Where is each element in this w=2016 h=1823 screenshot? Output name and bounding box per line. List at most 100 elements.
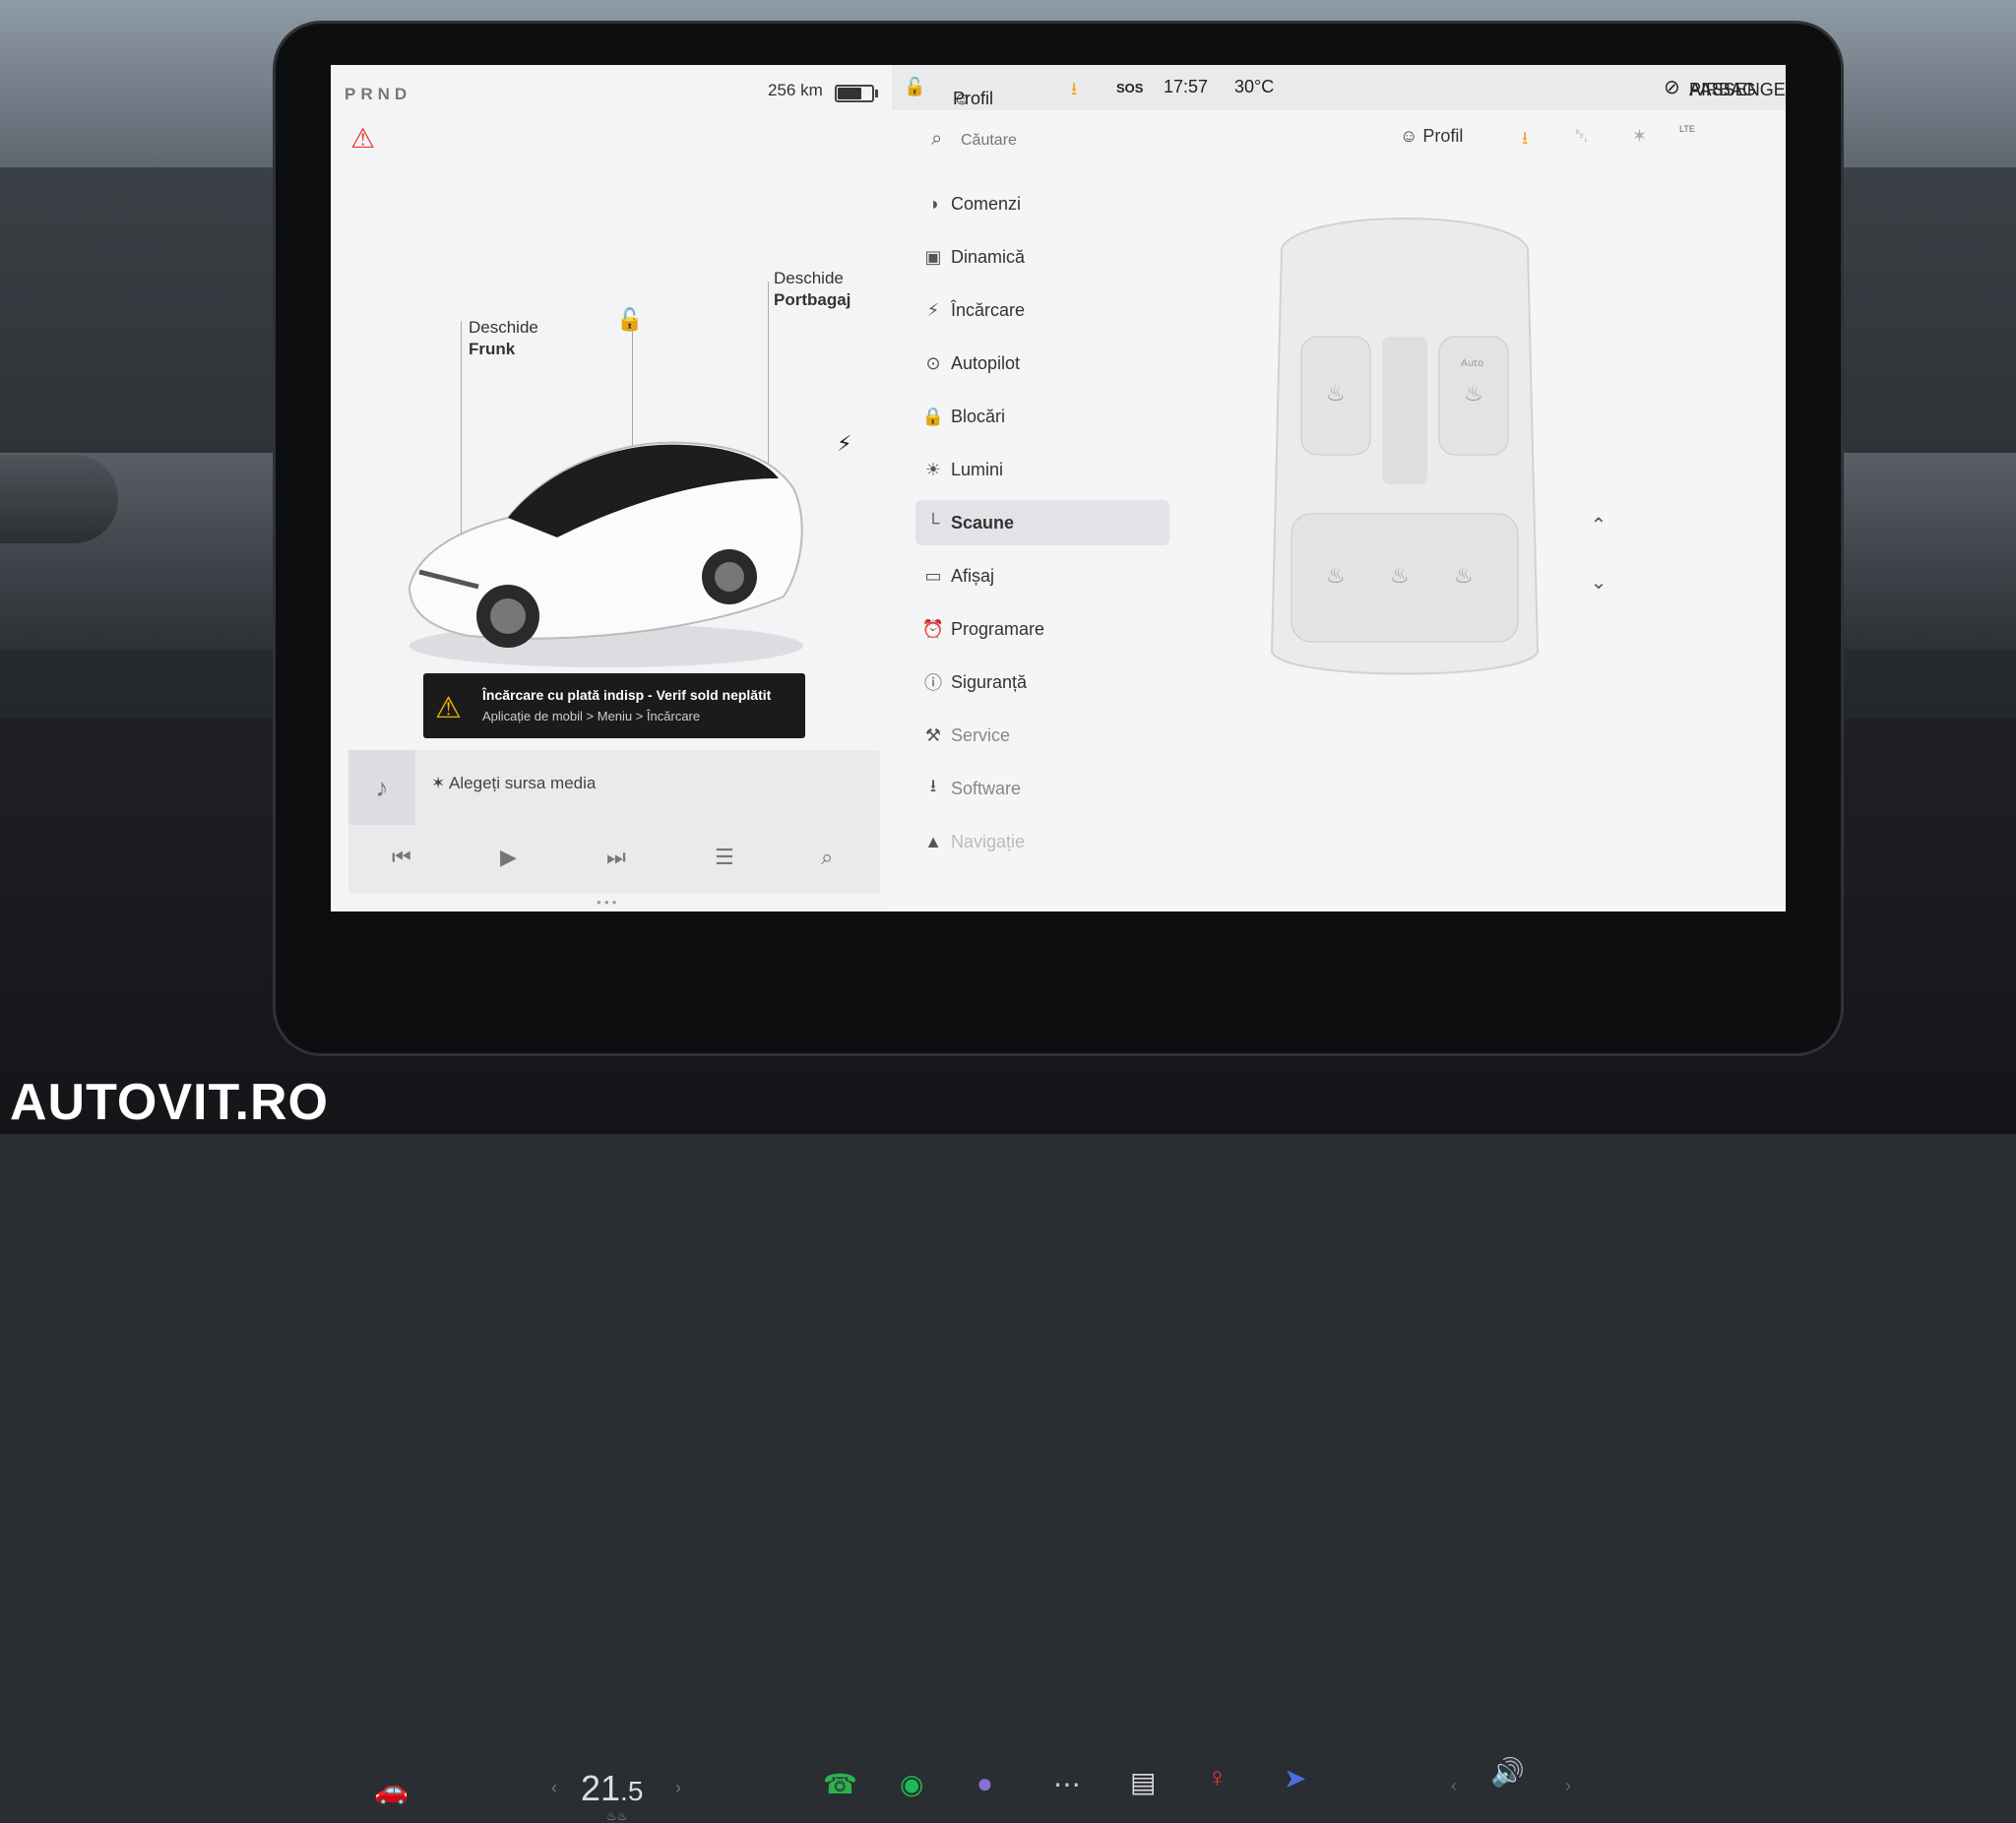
menu-item-incarcare[interactable]: ⚡ Încărcare xyxy=(915,287,1169,333)
profile-button[interactable]: ☺ Profil xyxy=(1400,126,1463,147)
chevron-down-icon[interactable]: ⌄ xyxy=(1571,555,1626,608)
more-apps-icon[interactable]: ⋯ xyxy=(1053,1768,1081,1800)
media-page-dots: ●●● xyxy=(597,898,620,907)
menu-item-blocari[interactable]: 🔒 Blocări xyxy=(915,394,1169,439)
trunk-label-line1: Deschide xyxy=(774,269,844,287)
bluetooth-icon: ✶ xyxy=(431,774,446,792)
menu-item-label: Dinamică xyxy=(951,246,1026,267)
spotify-icon[interactable]: ◉ xyxy=(900,1768,923,1800)
airbag-label-line2: AIRBAG xyxy=(1689,80,1757,99)
previous-track-icon[interactable]: ⏮ xyxy=(392,845,411,870)
media-search-icon[interactable]: ⌕ xyxy=(821,845,833,870)
equalizer-icon[interactable]: ☰ xyxy=(715,845,734,870)
music-note-icon: ♪ xyxy=(348,750,415,825)
rear-left-seat-heat-icon: ♨ xyxy=(1326,564,1346,589)
lock-status-icon[interactable]: 🔓 xyxy=(904,77,925,97)
menu-item-label: Încărcare xyxy=(951,299,1026,320)
menu-item-navigatie[interactable]: ▲ Navigație xyxy=(915,819,1169,864)
search-icon: ⌕ xyxy=(931,128,943,150)
download-icon[interactable]: ⭳ xyxy=(1522,126,1528,156)
menu-item-dinamica[interactable]: ▣ Dinamică xyxy=(915,234,1169,280)
menu-item-label: Service xyxy=(951,724,1011,745)
seat-heater-diagram: ♨ ♨ Auto ♨ ♨ ♨ xyxy=(1270,218,1540,675)
menu-item-label: Comenzi xyxy=(951,193,1022,214)
cabin-temperature-decimal: .5 xyxy=(620,1776,644,1806)
menu-item-label: Afișaj xyxy=(951,565,995,586)
media-source-selector[interactable]: ✶ Alegeți sursa media xyxy=(431,774,596,793)
sun-icon: ☀ xyxy=(924,459,942,479)
steering-stalk xyxy=(0,455,118,543)
frunk-label-line1: Deschide xyxy=(469,318,538,337)
car-front-rim xyxy=(490,598,526,634)
bluetooth-status-icon[interactable]: ✶ xyxy=(1632,126,1647,147)
play-icon[interactable]: ▶ xyxy=(500,845,517,870)
alarm-clock-icon: ⏰ xyxy=(921,618,945,639)
volume-decrease-icon[interactable]: ‹ xyxy=(1451,1776,1457,1796)
media-player: ♪ ✶ Alegeți sursa media ⏮ ▶ ⏭ ☰ ⌕ xyxy=(348,750,880,894)
open-trunk-button[interactable]: Deschide Portbagaj xyxy=(774,268,850,311)
navigation-app-icon[interactable]: ➤ xyxy=(1284,1762,1306,1794)
menu-item-lumini[interactable]: ☀ Lumini xyxy=(915,447,1169,492)
charging-alert-banner[interactable]: ⚠ Încărcare cu plată indisp - Verif sold… xyxy=(423,673,805,738)
menu-item-label: Programare xyxy=(951,618,1045,639)
menu-item-label: Siguranță xyxy=(951,671,1028,692)
open-frunk-button[interactable]: Deschide Frunk xyxy=(469,317,538,360)
battery-cap xyxy=(875,90,878,97)
status-bar: 🔓 ☺ Profil ⭳ SOS 17:57 30°C ⊘ PASSENGER … xyxy=(892,65,1786,110)
menu-item-autopilot[interactable]: ⊙ Autopilot xyxy=(915,341,1169,386)
person-icon: ☺ xyxy=(1400,126,1418,146)
car-icon[interactable]: 🚗 xyxy=(374,1774,409,1806)
car-rear-rim xyxy=(715,562,744,592)
temp-decrease-icon[interactable]: ‹ xyxy=(551,1778,557,1798)
driver-seat-heat-icon: ♨ xyxy=(1326,382,1346,407)
navigation-arrow-icon: ▲ xyxy=(924,831,942,851)
software-update-icon[interactable]: ⭳ xyxy=(1071,77,1077,106)
chevron-up-icon[interactable]: ⌃ xyxy=(1571,498,1626,551)
lte-signal-icon: LTE xyxy=(1679,124,1695,134)
volume-icon[interactable]: 🔊 xyxy=(1490,1756,1525,1789)
clock: 17:57 xyxy=(1164,77,1209,96)
car-unlock-icon[interactable]: 🔓 xyxy=(616,307,643,333)
site-watermark: AUTOVIT.RO xyxy=(10,1074,329,1131)
phone-icon[interactable]: ☎ xyxy=(823,1768,857,1800)
next-track-icon[interactable]: ⏭ xyxy=(606,845,626,870)
menu-item-siguranta[interactable]: ⓘ Siguranță xyxy=(915,660,1169,705)
volume-increase-icon[interactable]: › xyxy=(1565,1776,1571,1796)
center-console xyxy=(1382,337,1427,484)
trunk-label-line2: Portbagaj xyxy=(774,290,851,309)
seat-heat-small-icon: ♨♨ xyxy=(606,1809,628,1823)
profile-status-label: Profil xyxy=(953,89,994,108)
menu-item-software[interactable]: ⭳ Software xyxy=(915,766,1169,811)
menu-item-label: Lumini xyxy=(951,459,1004,479)
toggle-icon: ◑ xyxy=(927,193,939,214)
settings-panel: ⌕ ☺ Profil ⭳ ␇ ✶ LTE ◑Comenzi ▣Dinamică … xyxy=(892,110,1786,912)
menu-item-scaune[interactable]: └ Scaune xyxy=(915,500,1169,545)
menu-item-label: Blocări xyxy=(951,406,1006,426)
bell-icon[interactable]: ␇ xyxy=(1575,126,1589,147)
menu-item-afisaj[interactable]: ▭ Afișaj xyxy=(915,553,1169,598)
temp-increase-icon[interactable]: › xyxy=(675,1778,681,1798)
range-readout: 256 km xyxy=(768,81,823,99)
search-input[interactable] xyxy=(959,126,1258,156)
cabin-temperature[interactable]: 21.5 xyxy=(581,1768,643,1809)
menu-item-comenzi[interactable]: ◑ Comenzi xyxy=(915,181,1169,226)
rear-right-seat-heat-icon: ♨ xyxy=(1454,564,1474,589)
sos-indicator: SOS xyxy=(1116,81,1144,95)
airbag-icon: ⊘ xyxy=(1664,77,1680,98)
bolt-icon: ⚡ xyxy=(926,299,940,320)
menu-item-label: Autopilot xyxy=(951,352,1021,373)
arcade-joystick-icon[interactable]: ♀ xyxy=(1207,1762,1228,1793)
menu-item-programare[interactable]: ⏰ Programare xyxy=(915,606,1169,652)
battery-icon xyxy=(835,85,878,102)
calendar-icon[interactable]: ▤ xyxy=(1130,1766,1156,1798)
camera-icon[interactable]: ● xyxy=(976,1768,993,1799)
display-icon: ▭ xyxy=(924,565,942,586)
car-icon: ▣ xyxy=(924,246,942,267)
menu-item-service[interactable]: ⚒ Service xyxy=(915,713,1169,758)
car-illustration xyxy=(408,441,803,667)
charge-port-icon[interactable]: ⚡ xyxy=(837,431,851,457)
wrench-icon: ⚒ xyxy=(924,724,942,745)
battery-fill xyxy=(838,88,861,99)
alert-title: Încărcare cu plată indisp - Verif sold n… xyxy=(482,687,772,703)
outside-temperature: 30°C xyxy=(1234,77,1275,96)
